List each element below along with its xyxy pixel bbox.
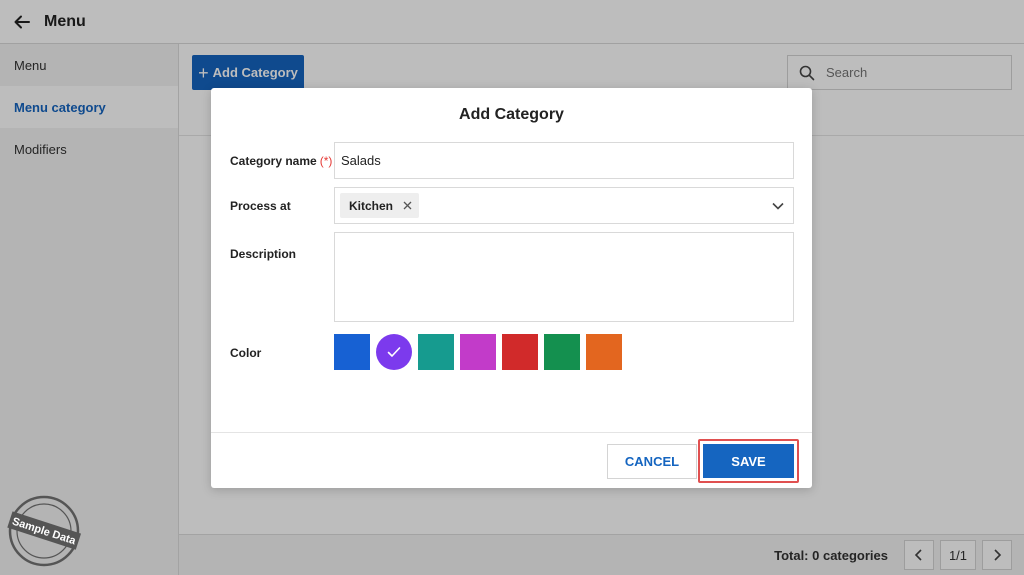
dialog-footer: CANCEL SAVE [211, 432, 812, 488]
color-swatch[interactable] [586, 334, 622, 370]
check-icon [387, 347, 401, 357]
description-label: Description [230, 247, 297, 261]
chevron-down-icon[interactable] [772, 200, 784, 212]
process-at-chip: Kitchen [340, 193, 420, 218]
dialog-title: Add Category [459, 106, 564, 123]
color-label: Color [230, 346, 262, 360]
color-swatch[interactable] [334, 334, 370, 370]
color-swatch[interactable] [460, 334, 496, 370]
required-marker: (*) [319, 154, 333, 168]
process-at-select[interactable]: Kitchen [334, 187, 794, 224]
close-icon[interactable] [403, 201, 412, 210]
category-name-input[interactable] [334, 142, 794, 179]
process-at-label: Process at [230, 199, 291, 213]
color-picker [334, 334, 622, 370]
description-textarea[interactable] [334, 232, 794, 322]
color-swatch[interactable] [376, 334, 412, 370]
sample-data-stamp: Sample Data [6, 493, 82, 569]
save-highlight: SAVE [698, 439, 799, 483]
add-category-dialog: Add Category Category name(*) Process at… [211, 88, 812, 488]
color-swatch[interactable] [544, 334, 580, 370]
cancel-button[interactable]: CANCEL [607, 444, 697, 479]
chip-label: Kitchen [349, 198, 394, 213]
color-swatch[interactable] [418, 334, 454, 370]
color-swatch[interactable] [502, 334, 538, 370]
category-name-label: Category name (*) [230, 154, 333, 168]
save-button[interactable]: SAVE [703, 444, 794, 478]
